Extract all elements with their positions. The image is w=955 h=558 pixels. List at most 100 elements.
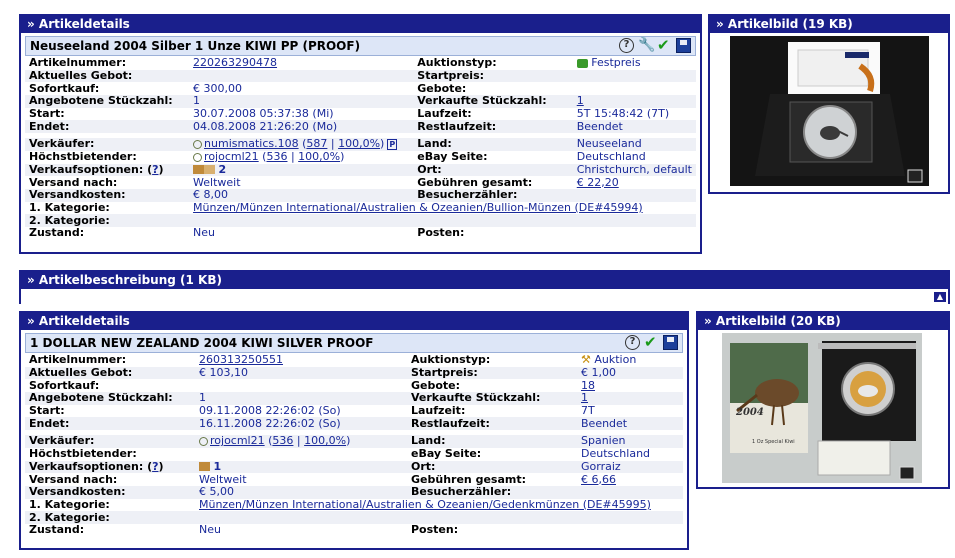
artikelnummer-link[interactable]: 260313250551 [199, 353, 283, 366]
table-row: Angebotene Stückzahl: 1 Verkaufte Stückzah… [25, 95, 696, 108]
bidder-score-link[interactable]: 536 [266, 150, 287, 163]
optionen-help-link[interactable]: ? [152, 163, 158, 176]
artikelnummer-link[interactable]: 220263290478 [193, 56, 277, 69]
label: Ort: [413, 163, 573, 177]
label: Start: [29, 107, 65, 121]
label: Start: [29, 404, 65, 418]
value: Deutschland [581, 447, 651, 461]
value [577, 485, 683, 499]
value: Neu [199, 523, 221, 537]
label: Verkaufte Stückzahl: [407, 392, 577, 405]
help-icon[interactable]: ? [625, 335, 640, 350]
value: 09.11.2008 22:26:02 (So) [199, 404, 341, 418]
label: 1. Kategorie: [29, 497, 110, 511]
table-row: Verkaufsoptionen: (?) 2 Ort: Christchurch,… [25, 162, 696, 177]
label: Angebotene Stückzahl: [25, 392, 195, 405]
kategorie1-link[interactable]: Münzen/Münzen International/Australien &… [193, 201, 643, 214]
search-icon[interactable] [199, 436, 208, 446]
value: Christchurch, default [572, 163, 696, 177]
kategorie1-link[interactable]: Münzen/Münzen International/Australien &… [199, 498, 651, 511]
optionen-count: 2 [218, 162, 227, 176]
listing2-title: 1 DOLLAR NEW ZEALAND 2004 KIWI SILVER PR… [30, 336, 374, 350]
label: Restlaufzeit: [413, 120, 573, 134]
festpreis-icon [576, 58, 588, 68]
value: € 5,00 [195, 486, 407, 499]
check-icon[interactable]: ✔ [657, 38, 672, 53]
table-row: 2. Kategorie: [25, 511, 683, 524]
table-row: Versandkosten: € 5,00 Besucherzähler: [25, 486, 683, 499]
table-row: Höchstbietender: eBay Seite: Deutschland [25, 448, 683, 461]
table-row: Aktuelles Gebot: € 103,10 Startpreis: € 1,0… [25, 367, 683, 380]
value: 16.11.2008 22:26:02 (So) [195, 417, 407, 431]
label: Gebühren gesamt: [417, 175, 533, 189]
label: Besucherzähler: [413, 189, 573, 202]
value: Deutschland [576, 150, 646, 164]
table-row: Artikelnummer: 220263290478 Auktionstyp: F… [25, 57, 696, 70]
bidder-pct-link[interactable]: 100,0% [298, 150, 340, 163]
label: eBay Seite: [417, 150, 488, 164]
save-icon[interactable] [663, 335, 678, 350]
label: Versandkosten: [25, 486, 195, 499]
gebuehren-link[interactable]: € 22,20 [577, 176, 619, 189]
label: Ort: [407, 460, 577, 474]
label: Startpreis: [407, 367, 577, 380]
value [195, 448, 407, 461]
box-caption: 1 Oz Special Kiwi [752, 439, 795, 445]
auction-hammer-icon: ⚒ [581, 353, 591, 367]
value: 1 [189, 95, 414, 108]
check-icon[interactable]: ✔ [644, 335, 659, 350]
seller-pct-link[interactable]: 100,0% [304, 434, 346, 447]
label: Verkaufte Stückzahl: [413, 95, 573, 108]
scroll-up-icon[interactable]: ▲ [934, 292, 946, 302]
label: Gebühren gesamt: [411, 472, 526, 486]
label: Verkäufer: [25, 435, 195, 448]
seller-score-link[interactable]: 536 [272, 434, 293, 447]
table-row: Sofortkauf: Gebote: 18 [25, 379, 683, 392]
save-icon[interactable] [676, 38, 691, 53]
search-icon[interactable] [193, 139, 203, 149]
optionen-help-link[interactable]: ? [152, 460, 158, 473]
label: Versandkosten: [25, 189, 190, 202]
table-row: 1. Kategorie: Münzen/Münzen International… [25, 497, 683, 512]
label: Gebote: [417, 81, 467, 95]
image1-header: » Artikelbild (19 KB) [710, 16, 948, 33]
verkauft-link[interactable]: 1 [581, 391, 588, 404]
table-row: Verkäufer: rojocml21 (536 | 100,0%) Land: S… [25, 435, 683, 448]
listing1-details-table: Artikelnummer: 220263290478 Auktionstyp: F… [25, 57, 696, 240]
label: Restlaufzeit: [407, 417, 577, 431]
item-image-2[interactable]: 2004 1 Oz Special Kiwi [722, 333, 922, 483]
table-row: Höchstbietender: rojocml21 (536 | 100,0%)… [25, 151, 696, 164]
label: Endet: [25, 120, 190, 134]
value: € 1,00 [577, 367, 683, 380]
label: Sofortkauf: [29, 378, 100, 392]
option-icon [199, 462, 210, 472]
table-row: Angebotene Stückzahl: 1 Verkaufte Stückzah… [25, 392, 683, 405]
gebuehren-link[interactable]: € 6,66 [581, 473, 616, 486]
label: Verkaufsoptionen: [29, 162, 144, 176]
bidder-link[interactable]: rojocml21 [204, 150, 259, 163]
seller-link[interactable]: numismatics.108 [204, 137, 299, 150]
table-row: Versand nach: Weltweit Gebühren gesamt: € 2… [25, 176, 696, 189]
help-icon[interactable]: ? [619, 38, 634, 53]
label: Aktuelles Gebot: [25, 367, 195, 380]
value: € 8,00 [189, 189, 414, 202]
auktionstyp-value: Festpreis [591, 56, 641, 70]
description-header: » Artikelbeschreibung (1 KB) [21, 272, 948, 289]
item-image-1[interactable] [730, 36, 929, 186]
wrench-icon[interactable]: 🔧 [638, 38, 655, 53]
value [572, 69, 696, 83]
label: Laufzeit: [417, 107, 472, 121]
table-row: 1. Kategorie: Münzen/Münzen International… [25, 201, 696, 215]
label: Angebotene Stückzahl: [25, 95, 190, 108]
value: € 103,10 [195, 367, 407, 380]
gebote-link[interactable]: 18 [581, 379, 595, 392]
value: Gorraiz [577, 460, 683, 474]
seller-score-link[interactable]: 587 [306, 137, 327, 150]
label: Versand nach: [29, 472, 118, 486]
table-row: Start: 09.11.2008 22:26:02 (So) Laufzeit: 7… [25, 405, 683, 418]
seller-link[interactable]: rojocml21 [210, 434, 265, 447]
seller-pct-link[interactable]: 100,0% [338, 137, 380, 150]
label: Posten: [411, 523, 459, 537]
search-icon[interactable] [193, 152, 203, 162]
verkauft-link[interactable]: 1 [577, 94, 584, 107]
